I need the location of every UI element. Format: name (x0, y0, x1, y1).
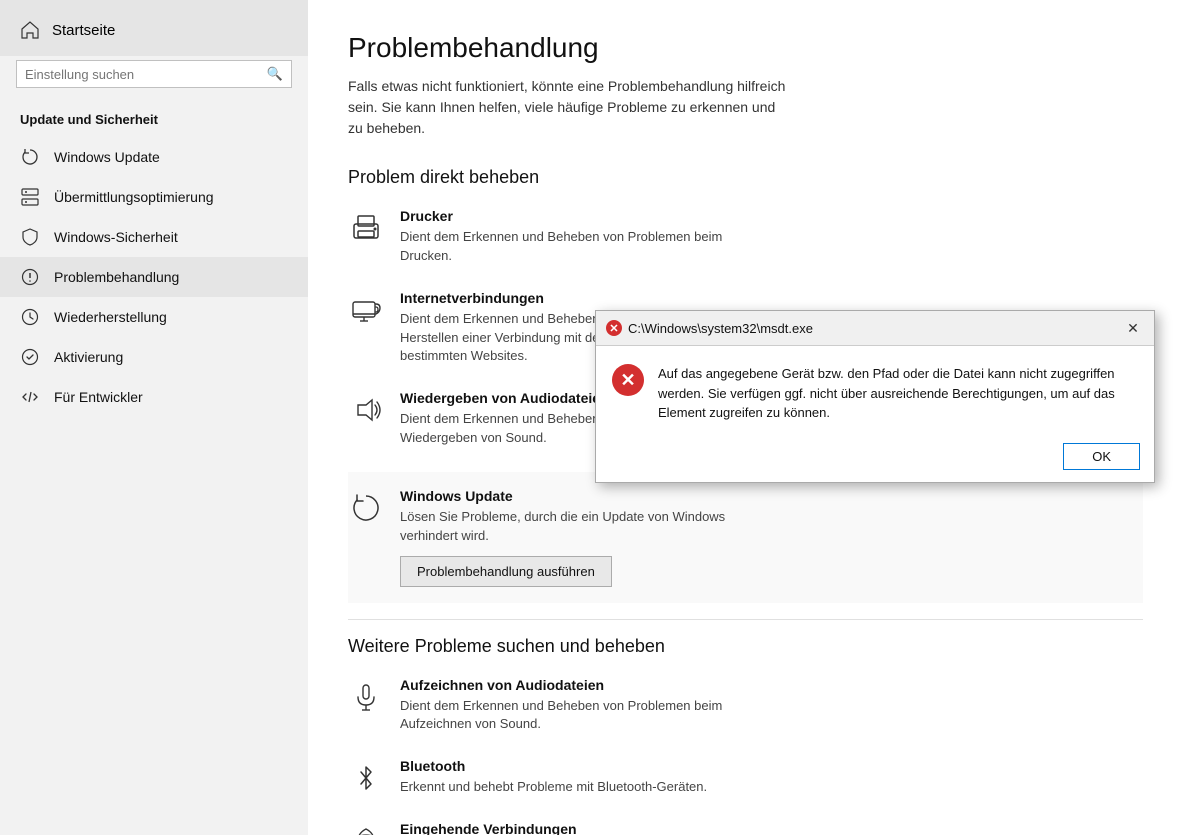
eingehende-verbindungen-icon (348, 823, 384, 835)
sidebar-section-label: Update und Sicherheit (0, 104, 308, 137)
audio-aufzeichnen-title: Aufzeichnen von Audiodateien (400, 677, 760, 693)
dialog-titlebar: ✕ C:\Windows\system32\msdt.exe ✕ (596, 311, 1154, 346)
sidebar-item-wiederherstellung[interactable]: Wiederherstellung (0, 297, 308, 337)
section2-header: Weitere Probleme suchen und beheben (348, 636, 1143, 657)
sidebar-item-label-uebermittlung: Übermittlungsoptimierung (54, 189, 214, 205)
page-title: Problembehandlung (348, 32, 1143, 64)
bluetooth-title: Bluetooth (400, 758, 707, 774)
internet-title: Internetverbindungen (400, 290, 760, 306)
audio-aufzeichnen-icon (348, 679, 384, 715)
aktivierung-icon (20, 347, 40, 367)
sidebar-item-label-sicherheit: Windows-Sicherheit (54, 229, 178, 245)
bluetooth-text: Bluetooth Erkennt und behebt Probleme mi… (400, 758, 707, 797)
drucker-title: Drucker (400, 208, 760, 224)
search-input[interactable] (25, 67, 267, 82)
wiederherstellung-icon (20, 307, 40, 327)
dialog-close-button[interactable]: ✕ (1122, 317, 1144, 339)
problembehandlung-icon (20, 267, 40, 287)
home-icon (20, 20, 40, 40)
sidebar-item-windows-update[interactable]: Windows Update (0, 137, 308, 177)
dialog-title-text: C:\Windows\system32\msdt.exe (628, 321, 813, 336)
dialog-message: Auf das angegebene Gerät bzw. den Pfad o… (658, 364, 1134, 423)
windows-update-icon (20, 147, 40, 167)
dialog-title-icon: ✕ (606, 320, 622, 336)
sidebar-item-fuer-entwickler[interactable]: Für Entwickler (0, 377, 308, 417)
home-label: Startseite (52, 22, 115, 39)
bluetooth-icon (348, 760, 384, 796)
bluetooth-description: Erkennt und behebt Probleme mit Bluetoot… (400, 778, 707, 797)
windows-update-item-icon (348, 490, 384, 526)
dialog-ok-button[interactable]: OK (1063, 443, 1140, 470)
sidebar-item-problembehandlung[interactable]: Problembehandlung (0, 257, 308, 297)
sidebar-item-windows-sicherheit[interactable]: Windows-Sicherheit (0, 217, 308, 257)
windows-update-item-description: Lösen Sie Probleme, durch die ein Update… (400, 508, 760, 546)
windows-update-text: Windows Update Lösen Sie Probleme, durch… (400, 488, 760, 587)
item-bluetooth: Bluetooth Erkennt und behebt Probleme mi… (348, 758, 1143, 797)
audio-aufzeichnen-description: Dient dem Erkennen und Beheben von Probl… (400, 697, 760, 735)
audio-icon (348, 392, 384, 428)
uebermittlung-icon (20, 187, 40, 207)
item-drucker: Drucker Dient dem Erkennen und Beheben v… (348, 208, 1143, 266)
eingehende-verbindungen-title: Eingehende Verbindungen (400, 821, 711, 835)
run-troubleshoot-button[interactable]: Problembehandlung ausführen (400, 556, 612, 587)
search-icon: 🔍 (267, 66, 283, 82)
section1-header: Problem direkt beheben (348, 167, 1143, 188)
error-icon: ✕ (612, 364, 644, 396)
dialog-body: ✕ Auf das angegebene Gerät bzw. den Pfad… (596, 346, 1154, 435)
drucker-text: Drucker Dient dem Erkennen und Beheben v… (400, 208, 760, 266)
sidebar: Startseite 🔍 Update und Sicherheit Windo… (0, 0, 308, 835)
sidebar-item-label-windows-update: Windows Update (54, 149, 160, 165)
drucker-description: Dient dem Erkennen und Beheben von Probl… (400, 228, 760, 266)
item-eingehende-verbindungen: Eingehende Verbindungen Dient dem Erkenn… (348, 821, 1143, 835)
sicherheit-icon (20, 227, 40, 247)
section-divider (348, 619, 1143, 620)
dialog-footer: OK (596, 435, 1154, 482)
sidebar-item-label-aktivierung: Aktivierung (54, 349, 123, 365)
sidebar-item-label-wiederherstellung: Wiederherstellung (54, 309, 167, 325)
entwickler-icon (20, 387, 40, 407)
eingehende-verbindungen-text: Eingehende Verbindungen Dient dem Erkenn… (400, 821, 711, 835)
sidebar-item-uebermittlungsoptimierung[interactable]: Übermittlungsoptimierung (0, 177, 308, 217)
drucker-icon (348, 210, 384, 246)
sidebar-item-label-problembehandlung: Problembehandlung (54, 269, 179, 285)
item-audio-aufzeichnen: Aufzeichnen von Audiodateien Dient dem E… (348, 677, 1143, 735)
windows-update-item-title: Windows Update (400, 488, 760, 504)
item-windows-update: Windows Update Lösen Sie Probleme, durch… (348, 472, 1143, 603)
page-description: Falls etwas nicht funktioniert, könnte e… (348, 76, 788, 139)
sidebar-home-button[interactable]: Startseite (0, 0, 308, 56)
sidebar-item-aktivierung[interactable]: Aktivierung (0, 337, 308, 377)
sidebar-item-label-entwickler: Für Entwickler (54, 389, 143, 405)
dialog-title-left: ✕ C:\Windows\system32\msdt.exe (606, 320, 813, 336)
search-box[interactable]: 🔍 (16, 60, 292, 88)
error-dialog: ✕ C:\Windows\system32\msdt.exe ✕ ✕ Auf d… (595, 310, 1155, 483)
audio-aufzeichnen-text: Aufzeichnen von Audiodateien Dient dem E… (400, 677, 760, 735)
internet-icon (348, 292, 384, 328)
